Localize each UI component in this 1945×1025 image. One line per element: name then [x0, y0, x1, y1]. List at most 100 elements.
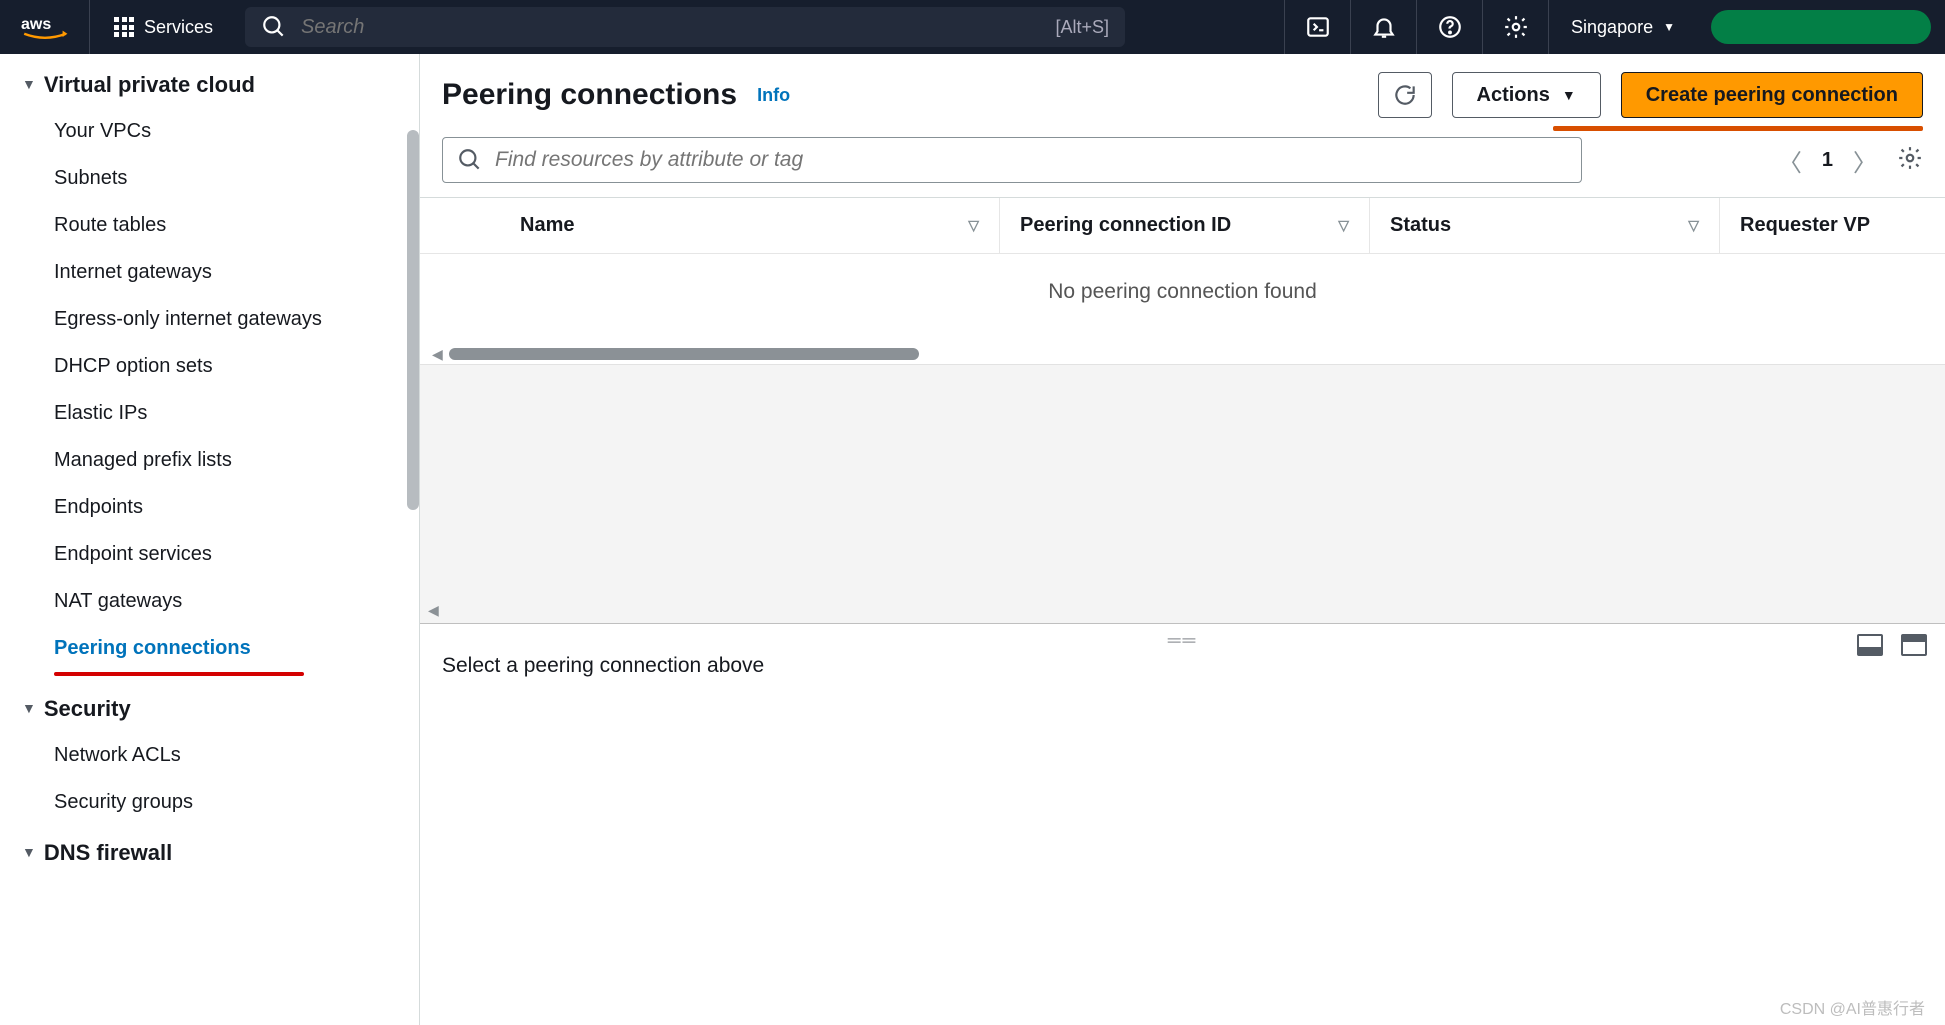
- details-empty-message: Select a peering connection above: [442, 654, 1923, 678]
- sidebar-item-internet-gateways[interactable]: Internet gateways: [0, 249, 419, 296]
- view-bottom-icon[interactable]: [1857, 634, 1883, 656]
- scroll-left-icon[interactable]: ◀: [432, 346, 443, 363]
- sidebar-item-dhcp-option-sets[interactable]: DHCP option sets: [0, 343, 419, 390]
- search-input[interactable]: [301, 16, 1041, 39]
- sidebar-group-security: ▼ Security Network ACLs Security groups: [0, 682, 419, 826]
- filter-input[interactable]: [495, 148, 1567, 172]
- page-number: 1: [1822, 149, 1833, 172]
- table-empty-message: No peering connection found: [420, 254, 1945, 344]
- panel-view-switch: [1857, 634, 1927, 656]
- top-nav: aws Services [Alt+S] Singapore ▼: [0, 0, 1945, 54]
- sidebar-head-dns-firewall[interactable]: ▼ DNS firewall: [0, 826, 419, 876]
- settings-button[interactable]: [1482, 0, 1548, 54]
- column-label: Requester VP: [1740, 214, 1870, 237]
- column-name[interactable]: Name ▽: [500, 198, 1000, 253]
- column-label: Peering connection ID: [1020, 214, 1231, 237]
- page-header: Peering connections Info Actions ▼ Creat…: [420, 54, 1945, 124]
- column-status[interactable]: Status ▽: [1370, 198, 1720, 253]
- next-page-button[interactable]: 〉: [1853, 143, 1877, 178]
- table: Name ▽ Peering connection ID ▽ Status ▽ Req…: [420, 197, 1945, 364]
- services-button[interactable]: Services: [90, 0, 237, 54]
- create-peering-connection-button[interactable]: Create peering connection: [1621, 72, 1923, 118]
- refresh-icon: [1392, 82, 1418, 108]
- sidebar-group-dns-firewall: ▼ DNS firewall: [0, 826, 419, 876]
- cloudshell-icon: [1305, 14, 1331, 40]
- scroll-thumb[interactable]: [449, 348, 919, 360]
- sort-icon[interactable]: ▽: [1688, 217, 1699, 234]
- highlight-underline: [54, 672, 304, 676]
- sidebar-group-label: Virtual private cloud: [44, 72, 255, 98]
- column-select-all[interactable]: [420, 198, 500, 253]
- global-search[interactable]: [Alt+S]: [245, 7, 1125, 47]
- column-label: Name: [520, 214, 574, 237]
- sidebar-group-vpc: ▼ Virtual private cloud Your VPCs Subnet…: [0, 58, 419, 676]
- gear-icon: [1503, 14, 1529, 40]
- svg-text:aws: aws: [21, 16, 51, 33]
- split-gap: ◀: [420, 364, 1945, 624]
- sort-icon[interactable]: ▽: [968, 217, 979, 234]
- filter-row: 〈 1 〉: [420, 131, 1945, 197]
- sidebar-group-label: DNS firewall: [44, 840, 172, 866]
- sidebar-item-network-acls[interactable]: Network ACLs: [0, 732, 419, 779]
- sidebar-item-subnets[interactable]: Subnets: [0, 155, 419, 202]
- sidebar: ▼ Virtual private cloud Your VPCs Subnet…: [0, 54, 420, 1025]
- sidebar-item-your-vpcs[interactable]: Your VPCs: [0, 108, 419, 155]
- sidebar-item-elastic-ips[interactable]: Elastic IPs: [0, 390, 419, 437]
- bell-icon: [1371, 14, 1397, 40]
- page-title: Peering connections: [442, 78, 737, 112]
- sidebar-scrollbar[interactable]: [407, 130, 419, 510]
- notifications-button[interactable]: [1350, 0, 1416, 54]
- sidebar-item-route-tables[interactable]: Route tables: [0, 202, 419, 249]
- search-icon: [457, 147, 483, 173]
- column-peering-id[interactable]: Peering connection ID ▽: [1000, 198, 1370, 253]
- sidebar-head-security[interactable]: ▼ Security: [0, 682, 419, 732]
- refresh-button[interactable]: [1378, 72, 1432, 118]
- sort-icon[interactable]: ▽: [1338, 217, 1349, 234]
- search-shortcut: [Alt+S]: [1056, 17, 1110, 38]
- filter-box[interactable]: [442, 137, 1582, 183]
- table-header: Name ▽ Peering connection ID ▽ Status ▽ Req…: [420, 198, 1945, 254]
- horizontal-scrollbar[interactable]: ◀: [420, 344, 1945, 364]
- sidebar-item-security-groups[interactable]: Security groups: [0, 779, 419, 826]
- actions-label: Actions: [1477, 84, 1550, 107]
- gear-icon: [1897, 145, 1923, 171]
- sidebar-group-label: Security: [44, 696, 131, 722]
- region-label: Singapore: [1571, 17, 1653, 38]
- column-requester-vpc[interactable]: Requester VP: [1720, 198, 1945, 253]
- pager: 〈 1 〉: [1778, 143, 1923, 178]
- sidebar-item-endpoint-services[interactable]: Endpoint services: [0, 531, 419, 578]
- table-settings-button[interactable]: [1897, 145, 1923, 176]
- caret-down-icon: ▼: [22, 844, 36, 860]
- panel-resize-handle[interactable]: ══: [1168, 630, 1198, 651]
- details-panel: ══ Select a peering connection above: [420, 624, 1945, 1025]
- sidebar-head-vpc[interactable]: ▼ Virtual private cloud: [0, 58, 419, 108]
- topnav-right: Singapore ▼: [1284, 0, 1945, 54]
- sidebar-item-managed-prefix-lists[interactable]: Managed prefix lists: [0, 437, 419, 484]
- prev-page-button[interactable]: 〈: [1778, 143, 1802, 178]
- caret-down-icon: ▼: [22, 76, 36, 92]
- caret-down-icon: ▼: [1663, 20, 1675, 34]
- watermark: CSDN @AI普惠行者: [1780, 995, 1925, 1019]
- aws-logo[interactable]: aws: [0, 0, 90, 54]
- help-button[interactable]: [1416, 0, 1482, 54]
- caret-down-icon: ▼: [1562, 87, 1576, 103]
- create-label: Create peering connection: [1646, 84, 1898, 107]
- sidebar-item-peering-connections[interactable]: Peering connections: [0, 625, 419, 672]
- scroll-left-icon[interactable]: ◀: [428, 602, 439, 619]
- sidebar-item-egress-only-gateways[interactable]: Egress-only internet gateways: [0, 296, 419, 343]
- main-content: Peering connections Info Actions ▼ Creat…: [420, 54, 1945, 1025]
- services-label: Services: [144, 17, 213, 38]
- caret-down-icon: ▼: [22, 700, 36, 716]
- search-icon: [261, 14, 287, 40]
- grid-icon: [114, 17, 134, 37]
- sidebar-item-nat-gateways[interactable]: NAT gateways: [0, 578, 419, 625]
- actions-button[interactable]: Actions ▼: [1452, 72, 1601, 118]
- column-label: Status: [1390, 214, 1451, 237]
- help-icon: [1437, 14, 1463, 40]
- sidebar-item-endpoints[interactable]: Endpoints: [0, 484, 419, 531]
- region-selector[interactable]: Singapore ▼: [1548, 0, 1697, 54]
- info-link[interactable]: Info: [757, 85, 790, 106]
- account-menu[interactable]: [1711, 10, 1931, 44]
- cloudshell-button[interactable]: [1284, 0, 1350, 54]
- view-top-icon[interactable]: [1901, 634, 1927, 656]
